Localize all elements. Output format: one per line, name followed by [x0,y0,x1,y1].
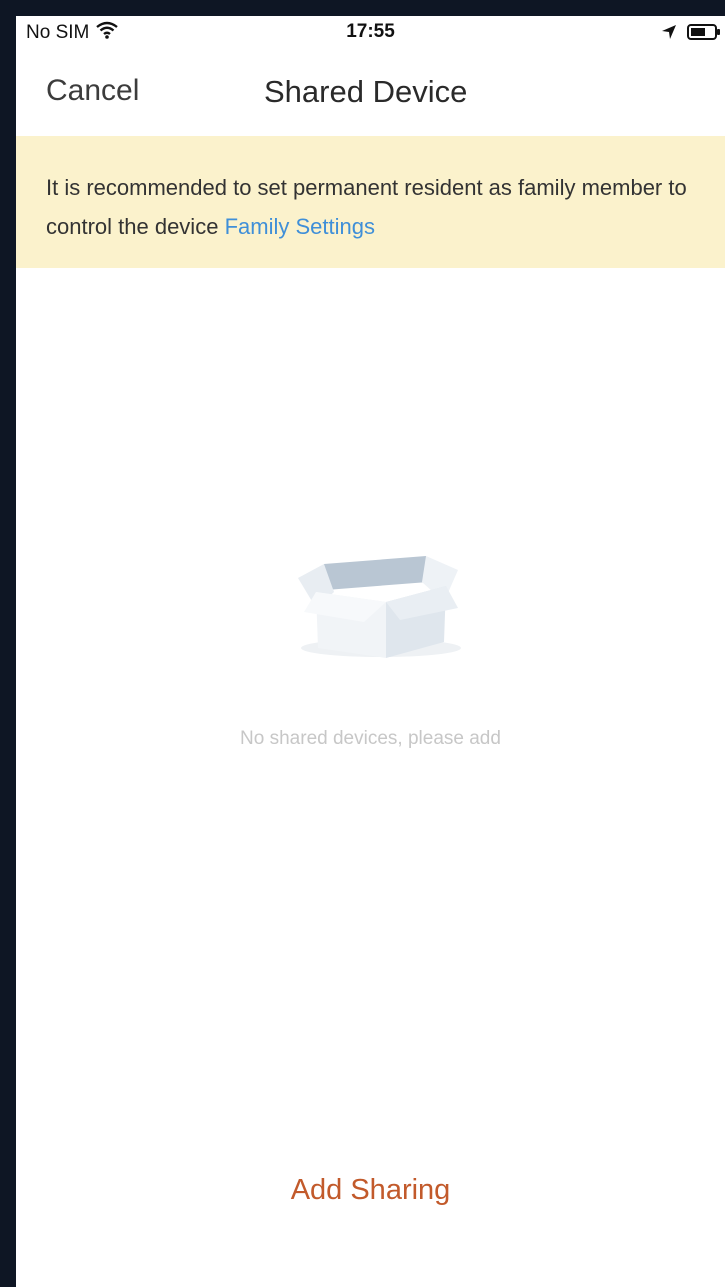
phone-screen: No SIM 17:55 Cancel Shared Device It is … [16,16,725,1287]
status-bar: No SIM 17:55 [16,16,725,50]
empty-box-icon [276,516,476,666]
status-indicators [661,23,721,46]
empty-state-message: No shared devices, please add [240,728,501,749]
battery-icon [687,23,721,46]
banner-text: It is recommended to set permanent resid… [46,168,706,246]
cancel-button[interactable]: Cancel [46,74,139,108]
location-arrow-icon [661,24,677,45]
status-time: 17:55 [346,21,395,42]
family-settings-link[interactable]: Family Settings [225,214,375,239]
page-title: Shared Device [264,74,468,109]
recommendation-banner: It is recommended to set permanent resid… [16,136,725,268]
add-sharing-button[interactable]: Add Sharing [16,1174,725,1207]
navigation-bar: Cancel Shared Device [16,50,725,136]
